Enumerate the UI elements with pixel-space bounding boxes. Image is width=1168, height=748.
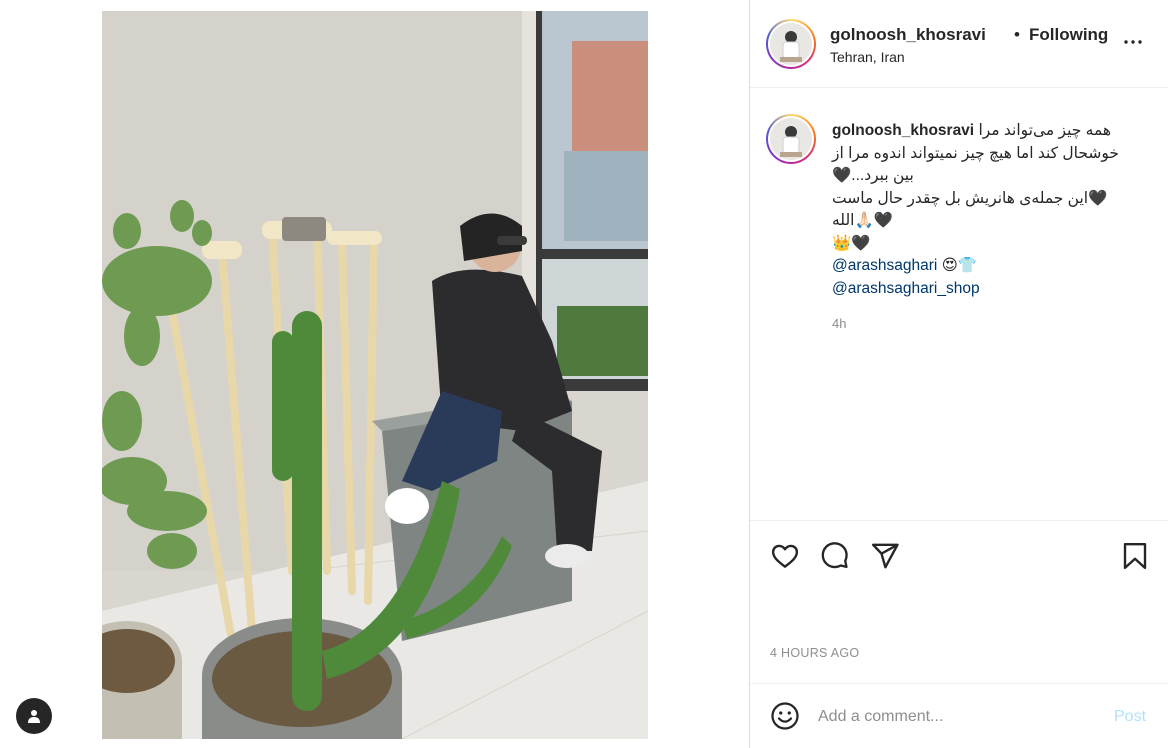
following-button[interactable]: Following <box>1029 25 1108 45</box>
caption-avatar[interactable] <box>766 114 816 164</box>
caption-line: همه چیز می‌تواند مرا <box>978 122 1112 139</box>
caption-area: golnoosh_khosravi همه چیز می‌تواند مرا خ… <box>750 88 1168 520</box>
photo-illustration <box>102 11 648 739</box>
heart-icon[interactable] <box>770 541 800 571</box>
caption-username[interactable]: golnoosh_khosravi <box>832 122 974 139</box>
caption-line: 🖤این جمله‌ی هانریش بل چقدر حال ماست <box>832 189 1108 207</box>
caption-line: 🖤🙏🏻الله <box>832 212 894 229</box>
caption-line: خوشحال کند اما هیچ چیز نمیتواند اندوه مر… <box>832 144 1119 162</box>
mention-link[interactable]: @arashsaghari <box>832 257 937 274</box>
user-tag-icon[interactable] <box>16 698 52 734</box>
caption-line: 👑🖤 <box>832 234 871 252</box>
action-bar <box>750 520 1168 590</box>
post-date[interactable]: 4 HOURS AGO <box>770 646 859 660</box>
bookmark-icon[interactable] <box>1120 541 1150 571</box>
avatar-photo <box>770 23 812 65</box>
header-separator: • <box>1014 25 1020 44</box>
post-panel: golnoosh_khosravi • Following Tehran, Ir… <box>750 0 1168 748</box>
mention-emoji: 😍👕 <box>941 257 978 274</box>
location-link[interactable]: Tehran, Iran <box>830 49 905 65</box>
caption-timestamp[interactable]: 4h <box>832 316 846 331</box>
avatar-photo <box>770 118 812 160</box>
post-header: golnoosh_khosravi • Following Tehran, Ir… <box>750 0 1168 88</box>
header-username[interactable]: golnoosh_khosravi <box>830 25 986 45</box>
comment-input[interactable] <box>818 704 1098 730</box>
mention-link[interactable]: @arashsaghari_shop <box>832 280 980 297</box>
comment-bar: Post <box>750 683 1168 748</box>
share-icon[interactable] <box>870 541 900 571</box>
more-options-icon[interactable] <box>1121 30 1145 54</box>
caption-text: golnoosh_khosravi همه چیز می‌تواند مرا خ… <box>832 120 1152 300</box>
media-area <box>0 0 750 748</box>
caption-line: بین ببرد...🖤 <box>832 167 914 184</box>
avatar[interactable] <box>766 19 816 69</box>
comment-icon[interactable] <box>820 541 850 571</box>
emoji-icon[interactable] <box>770 701 800 731</box>
post-comment-button[interactable]: Post <box>1114 708 1146 726</box>
post-photo[interactable] <box>102 11 648 739</box>
